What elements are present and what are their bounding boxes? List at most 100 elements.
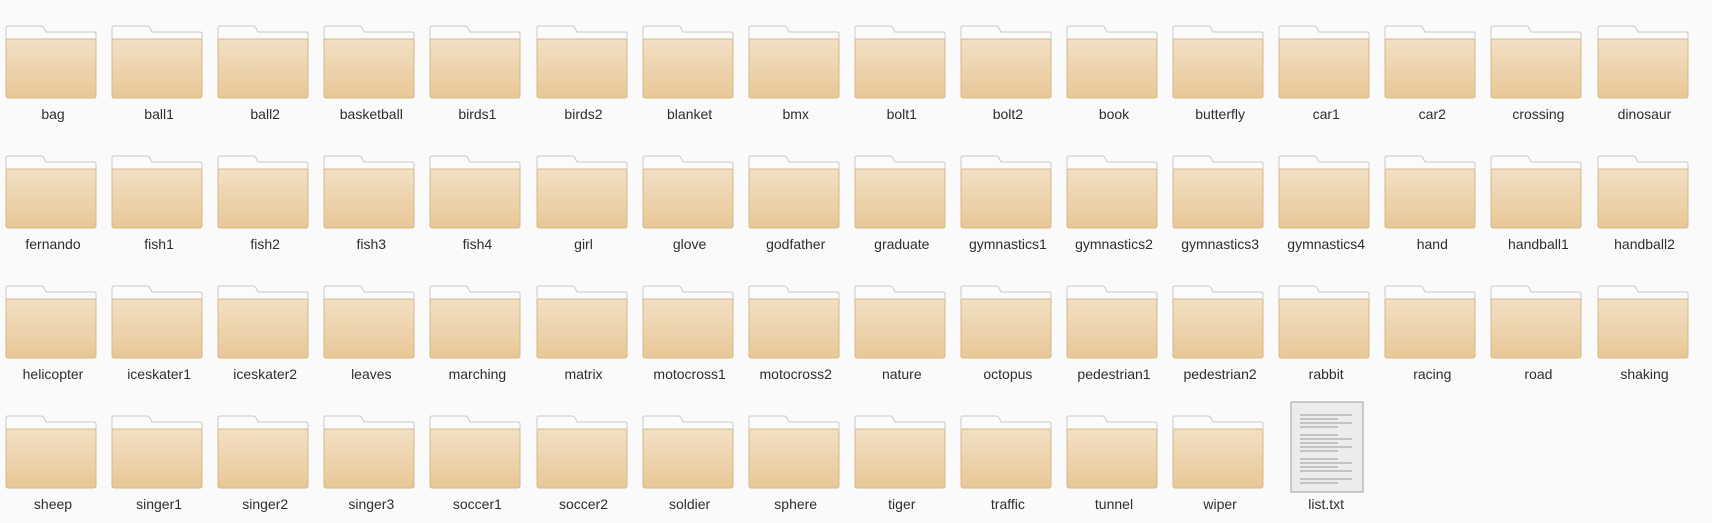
folder-item[interactable]: soccer2 <box>531 401 637 519</box>
folder-icon <box>1278 285 1370 359</box>
folder-item[interactable]: butterfly <box>1167 11 1273 129</box>
item-label: tunnel <box>1094 496 1134 512</box>
item-label: ball1 <box>144 106 174 122</box>
item-label: singer3 <box>348 496 395 512</box>
folder-item[interactable]: soccer1 <box>424 401 530 519</box>
folder-item[interactable]: tiger <box>849 401 955 519</box>
folder-item[interactable]: hand <box>1379 141 1485 259</box>
folder-icon <box>217 25 309 99</box>
folder-item[interactable]: marching <box>424 271 530 389</box>
folder-item[interactable]: dinosaur <box>1592 11 1698 129</box>
folder-item[interactable]: book <box>1061 11 1167 129</box>
folder-item[interactable]: fish2 <box>212 141 318 259</box>
folder-item[interactable]: shaking <box>1592 271 1698 389</box>
folder-item[interactable]: ball1 <box>106 11 212 129</box>
file-item[interactable]: list.txt <box>1273 401 1379 519</box>
folder-item[interactable]: gymnastics2 <box>1061 141 1167 259</box>
folder-icon <box>960 25 1052 99</box>
folder-item[interactable]: tunnel <box>1061 401 1167 519</box>
folder-item[interactable]: singer1 <box>106 401 212 519</box>
folder-item[interactable]: bmx <box>743 11 849 129</box>
folder-item[interactable]: ball2 <box>212 11 318 129</box>
item-label: godfather <box>766 236 826 252</box>
folder-icon <box>1066 415 1158 489</box>
folder-item[interactable]: gymnastics4 <box>1273 141 1379 259</box>
folder-icon <box>323 285 415 359</box>
folder-icon <box>323 155 415 229</box>
folder-item[interactable]: octopus <box>955 271 1061 389</box>
item-label: sheep <box>33 496 73 512</box>
folder-item[interactable]: road <box>1485 271 1591 389</box>
folder-icon <box>748 415 840 489</box>
folder-item[interactable]: gymnastics1 <box>955 141 1061 259</box>
item-label: marching <box>448 366 507 382</box>
folder-item[interactable]: motocross2 <box>743 271 849 389</box>
folder-item[interactable]: singer2 <box>212 401 318 519</box>
folder-item[interactable]: birds1 <box>424 11 530 129</box>
folder-item[interactable]: car2 <box>1379 11 1485 129</box>
folder-item[interactable]: bag <box>0 11 106 129</box>
folder-item[interactable]: wiper <box>1167 401 1273 519</box>
folder-item[interactable]: pedestrian1 <box>1061 271 1167 389</box>
folder-item[interactable]: sphere <box>743 401 849 519</box>
folder-icon <box>5 155 97 229</box>
folder-icon <box>1384 155 1476 229</box>
item-label: singer2 <box>242 496 289 512</box>
folder-item[interactable]: motocross1 <box>637 271 743 389</box>
folder-item[interactable]: handball2 <box>1592 141 1698 259</box>
item-label: gymnastics3 <box>1181 236 1259 252</box>
folder-item[interactable]: bolt2 <box>955 11 1061 129</box>
folder-icon <box>1172 25 1264 99</box>
folder-icon <box>642 155 734 229</box>
item-label: fish1 <box>144 236 174 252</box>
folder-item[interactable]: girl <box>531 141 637 259</box>
folder-icon <box>642 25 734 99</box>
item-label: handball2 <box>1614 236 1675 252</box>
folder-item[interactable]: matrix <box>531 271 637 389</box>
folder-item[interactable]: traffic <box>955 401 1061 519</box>
item-label: rabbit <box>1308 366 1344 382</box>
folder-item[interactable]: nature <box>849 271 955 389</box>
folder-item[interactable]: sheep <box>0 401 106 519</box>
folder-item[interactable]: pedestrian2 <box>1167 271 1273 389</box>
item-label: list.txt <box>1308 496 1345 512</box>
folder-item[interactable]: crossing <box>1485 11 1591 129</box>
folder-item[interactable]: gymnastics3 <box>1167 141 1273 259</box>
folder-item[interactable]: fish1 <box>106 141 212 259</box>
folder-icon <box>429 415 521 489</box>
folder-icon <box>111 415 203 489</box>
folder-item[interactable]: car1 <box>1273 11 1379 129</box>
folder-icon <box>1490 25 1582 99</box>
folder-item[interactable]: iceskater1 <box>106 271 212 389</box>
folder-item[interactable]: blanket <box>637 11 743 129</box>
folder-item[interactable]: glove <box>637 141 743 259</box>
folder-item[interactable]: fish4 <box>424 141 530 259</box>
folder-icon <box>217 415 309 489</box>
item-label: nature <box>881 366 922 382</box>
folder-icon <box>323 25 415 99</box>
folder-item[interactable]: racing <box>1379 271 1485 389</box>
item-label: butterfly <box>1195 106 1245 122</box>
item-label: dinosaur <box>1617 106 1672 122</box>
folder-item[interactable]: handball1 <box>1485 141 1591 259</box>
folder-item[interactable]: graduate <box>849 141 955 259</box>
folder-item[interactable]: bolt1 <box>849 11 955 129</box>
folder-icon <box>1384 25 1476 99</box>
folder-item[interactable]: birds2 <box>531 11 637 129</box>
folder-icon <box>1172 155 1264 229</box>
folder-item[interactable]: basketball <box>318 11 424 129</box>
folder-icon <box>5 415 97 489</box>
folder-item[interactable]: iceskater2 <box>212 271 318 389</box>
folder-icon <box>111 155 203 229</box>
folder-item[interactable]: soldier <box>637 401 743 519</box>
folder-item[interactable]: rabbit <box>1273 271 1379 389</box>
folder-item[interactable]: leaves <box>318 271 424 389</box>
folder-icon <box>1066 155 1158 229</box>
item-label: soldier <box>668 496 711 512</box>
folder-item[interactable]: fish3 <box>318 141 424 259</box>
folder-icon <box>429 155 521 229</box>
folder-item[interactable]: fernando <box>0 141 106 259</box>
folder-item[interactable]: helicopter <box>0 271 106 389</box>
folder-item[interactable]: singer3 <box>318 401 424 519</box>
folder-item[interactable]: godfather <box>743 141 849 259</box>
